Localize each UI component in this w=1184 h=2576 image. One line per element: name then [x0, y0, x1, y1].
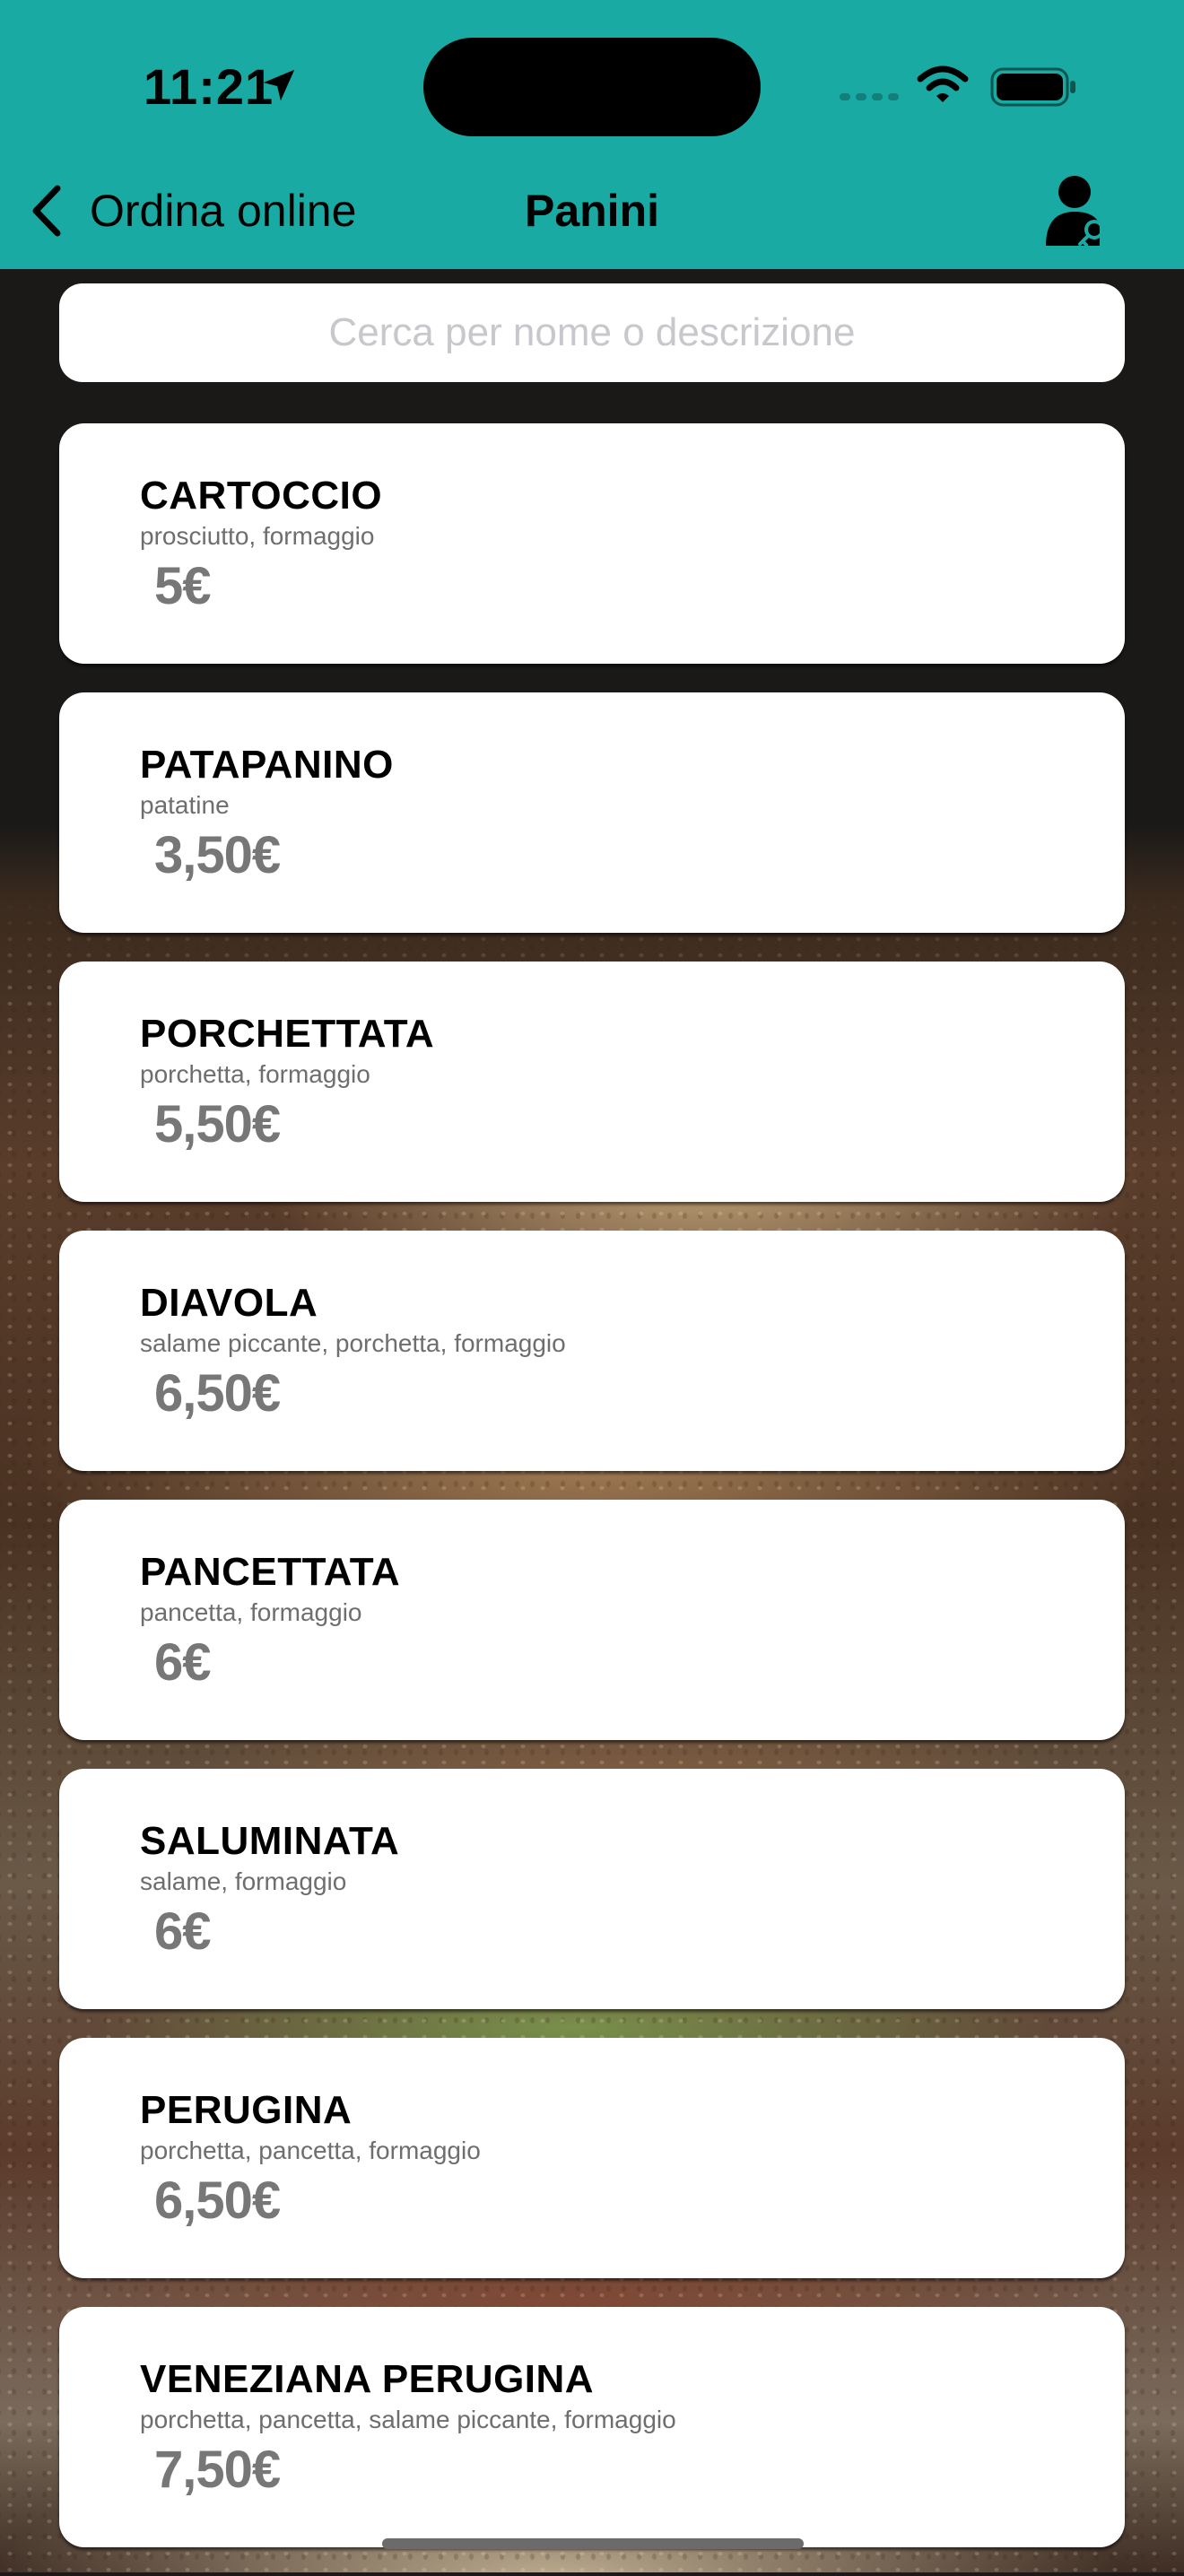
item-description: patatine	[140, 791, 230, 819]
wifi-icon	[917, 65, 969, 102]
item-name: PERUGINA	[140, 2088, 353, 2132]
panini-list: CARTOCCIO prosciutto, formaggio 5€ PATAP…	[59, 423, 1125, 2576]
item-price: 3,50€	[154, 826, 281, 884]
menu-item-card[interactable]: PORCHETTATA porchetta, formaggio 5,50€	[59, 962, 1125, 1202]
item-price: 6,50€	[154, 2171, 281, 2230]
search-input[interactable]	[59, 309, 1125, 356]
status-time: 11:21	[144, 58, 274, 115]
dynamic-island	[423, 38, 761, 136]
item-price: 7,50€	[154, 2441, 281, 2499]
user-key-icon[interactable]	[1044, 174, 1114, 248]
item-price: 6€	[154, 1902, 212, 1961]
item-name: PORCHETTATA	[140, 1012, 435, 1056]
item-description: prosciutto, formaggio	[140, 522, 375, 550]
menu-item-card[interactable]: PANCETTATA pancetta, formaggio 6€	[59, 1500, 1125, 1740]
item-name: VENEZIANA PERUGINA	[140, 2357, 595, 2401]
item-name: SALUMINATA	[140, 1819, 400, 1863]
page-title: Panini	[524, 186, 660, 236]
item-description: porchetta, pancetta, formaggio	[140, 2137, 481, 2164]
item-price: 5,50€	[154, 1095, 281, 1153]
item-name: DIAVOLA	[140, 1281, 318, 1325]
item-description: salame, formaggio	[140, 1867, 347, 1895]
menu-item-card[interactable]: CARTOCCIO prosciutto, formaggio 5€	[59, 423, 1125, 664]
item-name: PATAPANINO	[140, 743, 394, 787]
item-description: pancetta, formaggio	[140, 1598, 362, 1626]
home-indicator[interactable]	[382, 2538, 804, 2549]
search-box	[59, 283, 1125, 382]
menu-item-card[interactable]: SALUMINATA salame, formaggio 6€	[59, 1769, 1125, 2009]
cellular-signal-icon	[840, 93, 899, 100]
menu-item-card[interactable]: PERUGINA porchetta, pancetta, formaggio …	[59, 2038, 1125, 2278]
item-description: porchetta, formaggio	[140, 1060, 370, 1088]
item-description: porchetta, pancetta, salame piccante, fo…	[140, 2406, 676, 2433]
location-arrow-icon	[263, 69, 295, 101]
item-price: 5€	[154, 557, 212, 615]
item-price: 6€	[154, 1633, 212, 1692]
battery-icon	[990, 67, 1075, 107]
menu-item-card[interactable]: VENEZIANA PERUGINA porchetta, pancetta, …	[59, 2307, 1125, 2547]
item-name: PANCETTATA	[140, 1550, 401, 1594]
item-name: CARTOCCIO	[140, 474, 383, 518]
menu-item-card[interactable]: DIAVOLA salame piccante, porchetta, form…	[59, 1231, 1125, 1471]
menu-item-card[interactable]: PATAPANINO patatine 3,50€	[59, 692, 1125, 933]
header-bar: 11:21 Ordina online Panini	[0, 0, 1184, 269]
item-description: salame piccante, porchetta, formaggio	[140, 1329, 566, 1357]
item-price: 6,50€	[154, 1364, 281, 1423]
